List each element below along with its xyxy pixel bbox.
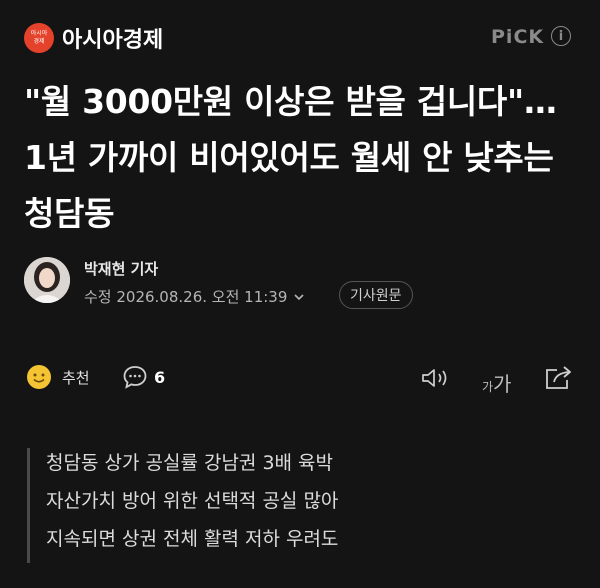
share-icon bbox=[546, 366, 571, 389]
smile-icon bbox=[27, 365, 51, 389]
press-name[interactable]: 아시아경제 bbox=[62, 22, 163, 54]
chevron-down-icon bbox=[294, 293, 304, 300]
comment-icon bbox=[123, 366, 147, 389]
action-bar: 추천 6 가가 bbox=[0, 360, 600, 396]
font-size-small: 가 bbox=[482, 380, 494, 394]
recommend-button[interactable]: 추천 bbox=[26, 364, 90, 390]
app-header: 아시아경제 아시아경제 PiCK i bbox=[0, 0, 600, 72]
press-logo[interactable]: 아시아경제 bbox=[24, 23, 54, 53]
summary-line: 지속되면 상권 전체 활력 저하 우려도 bbox=[46, 528, 339, 550]
speaker-icon bbox=[422, 369, 447, 387]
original-article-button[interactable]: 기사원문 bbox=[339, 281, 413, 309]
publish-date-row[interactable]: 수정 2026.08.26. 오전 11:39 bbox=[84, 286, 305, 307]
summary-bar bbox=[27, 448, 30, 563]
article-summary: 청담동 상가 공실률 강남권 3배 육박 자산가치 방어 위한 선택적 공실 많… bbox=[46, 444, 338, 558]
comment-count: 6 bbox=[154, 367, 166, 387]
reporter-name[interactable]: 박재현 기자 bbox=[84, 258, 158, 279]
share-button[interactable] bbox=[543, 364, 573, 396]
tts-button[interactable] bbox=[420, 366, 452, 394]
summary-line: 청담동 상가 공실률 강남권 3배 육박 bbox=[46, 452, 334, 474]
avatar[interactable] bbox=[24, 257, 70, 303]
article-headline: "월 3000만원 이상은 받을 겁니다"…1년 가까이 비어있어도 월세 안 … bbox=[24, 82, 557, 233]
info-icon[interactable]: i bbox=[551, 26, 571, 46]
recommend-label: 추천 bbox=[62, 368, 90, 387]
summary-line: 자산가치 방어 위한 선택적 공실 많아 bbox=[46, 490, 339, 512]
pick-badge: PiCK bbox=[491, 26, 545, 48]
publish-date: 수정 2026.08.26. 오전 11:39 bbox=[84, 288, 288, 306]
font-size-button[interactable]: 가가 bbox=[482, 368, 511, 397]
font-size-large: 가 bbox=[493, 372, 512, 396]
reporter-photo-icon bbox=[24, 257, 70, 303]
press-logo-text: 아시아경제 bbox=[30, 30, 48, 45]
comment-button[interactable]: 6 bbox=[122, 364, 165, 390]
